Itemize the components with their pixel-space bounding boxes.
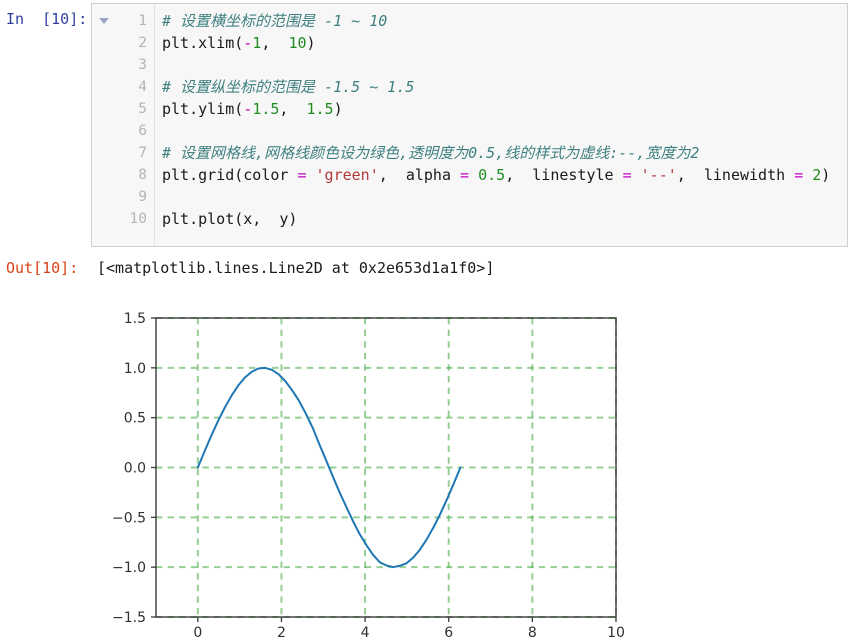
- line-number: 3: [138, 57, 147, 73]
- code-lines[interactable]: # 设置横坐标的范围是 -1 ~ 10 plt.xlim(-1, 10) # 设置纵…: [156, 4, 847, 246]
- y-tick-label: 1.0: [124, 361, 146, 377]
- code-token-plain: ): [821, 166, 831, 184]
- code-token-plain: ,: [261, 34, 289, 52]
- code-line[interactable]: plt.plot(x, y): [162, 208, 297, 230]
- notebook-input-cell: In [10]: 1 2 3 4 5 6 7 8 9 10 # 设置横坐标的范围是 -1 ~ 10…: [0, 0, 851, 250]
- code-token-num: 1.5: [252, 100, 280, 118]
- code-token-op: -: [243, 34, 253, 52]
- x-tick-label: 4: [361, 625, 370, 641]
- code-token-op: =: [460, 166, 470, 184]
- y-tick-label: 0.0: [124, 461, 146, 477]
- code-token-plain: ): [333, 100, 343, 118]
- code-token-plain: , linewidth: [676, 166, 795, 184]
- code-token-comment: # 设置横坐标的范围是 -1 ~ 10: [162, 12, 388, 30]
- code-token-plain: plt.xlim(: [162, 34, 244, 52]
- output-prompt-label: Out[10]:: [6, 259, 79, 277]
- line-number: 2: [138, 35, 147, 51]
- line-number: 10: [129, 211, 147, 227]
- code-token-num: 1: [252, 34, 262, 52]
- code-token-op: =: [794, 166, 804, 184]
- line-number: 9: [138, 189, 147, 205]
- axes-frame: [155, 317, 617, 618]
- y-tick-label: −1.5: [112, 610, 146, 626]
- x-tick-label: 2: [277, 625, 286, 641]
- code-token-str: '--': [640, 166, 677, 184]
- cell-collapser[interactable]: [92, 4, 115, 246]
- code-token-num: 0.5: [478, 166, 506, 184]
- code-token-plain: , alpha: [378, 166, 461, 184]
- caret-down-icon[interactable]: [99, 18, 109, 24]
- code-token-num: 1.5: [306, 100, 334, 118]
- code-token-op: =: [622, 166, 632, 184]
- line-number: 4: [138, 79, 147, 95]
- line-number-gutter: 1 2 3 4 5 6 7 8 9 10: [114, 4, 155, 246]
- x-tick-label: 10: [607, 625, 625, 641]
- grid-lines: [156, 317, 617, 618]
- code-token-plain: plt.plot(x, y): [162, 210, 298, 228]
- code-token-plain: ,: [279, 100, 307, 118]
- code-line[interactable]: plt.xlim(-1, 10): [162, 32, 316, 54]
- code-token-num: 10: [288, 34, 307, 52]
- code-token-op: =: [297, 166, 307, 184]
- y-tick-label: 1.5: [124, 311, 146, 327]
- x-tick-label: 6: [444, 625, 453, 641]
- code-line[interactable]: plt.ylim(-1.5, 1.5): [162, 98, 343, 120]
- line-number: 6: [138, 123, 147, 139]
- y-tick-label: −1.0: [112, 560, 146, 576]
- input-prompt-label: In [10]:: [6, 10, 88, 28]
- code-token-comment: # 设置纵坐标的范围是 -1.5 ~ 1.5: [162, 78, 415, 96]
- sine-line-chart: 0 2 4 6 8 10 −1.5 −1.0 −0.5 0.0 0.5 1.0 1.5: [112, 311, 625, 641]
- x-tick-label: 0: [193, 625, 202, 641]
- code-token-num: 2: [812, 166, 822, 184]
- matplotlib-figure: 0 2 4 6 8 10 −1.5 −1.0 −0.5 0.0 0.5 1.0 1.5: [0, 290, 700, 643]
- code-token-plain: plt.grid(color: [162, 166, 298, 184]
- line-number: 1: [138, 13, 147, 29]
- code-line[interactable]: # 设置横坐标的范围是 -1 ~ 10: [162, 10, 387, 32]
- code-token-comment: # 设置网格线,网格线颜色设为绿色,透明度为0.5,线的样式为虚线:--,宽度为…: [162, 144, 700, 162]
- x-tick-label: 8: [528, 625, 537, 641]
- code-token-plain: plt.ylim(: [162, 100, 244, 118]
- output-repr-text: [<matplotlib.lines.Line2D at 0x2e653d1a1…: [97, 259, 495, 277]
- y-tick-label: 0.5: [124, 411, 146, 427]
- line-number: 5: [138, 101, 147, 117]
- code-token-plain: , linestyle: [505, 166, 623, 184]
- notebook-output-row: Out[10]: [<matplotlib.lines.Line2D at 0x…: [0, 256, 851, 282]
- line-number: 8: [138, 167, 147, 183]
- axis-ticks: 0 2 4 6 8 10 −1.5 −1.0 −0.5 0.0 0.5 1.0 1.5: [112, 311, 625, 641]
- code-line[interactable]: # 设置网格线,网格线颜色设为绿色,透明度为0.5,线的样式为虚线:--,宽度为…: [162, 142, 699, 164]
- line-number: 7: [138, 145, 147, 161]
- code-token-str: 'green': [315, 166, 379, 184]
- code-token-op: -: [243, 100, 253, 118]
- code-line[interactable]: # 设置纵坐标的范围是 -1.5 ~ 1.5: [162, 76, 414, 98]
- code-line[interactable]: plt.grid(color = 'green', alpha = 0.5, l…: [162, 164, 830, 186]
- code-editor[interactable]: 1 2 3 4 5 6 7 8 9 10 # 设置横坐标的范围是 -1 ~ 10 plt.xlim(…: [91, 3, 848, 247]
- code-token-plain: ): [306, 34, 316, 52]
- y-tick-label: −0.5: [112, 510, 146, 526]
